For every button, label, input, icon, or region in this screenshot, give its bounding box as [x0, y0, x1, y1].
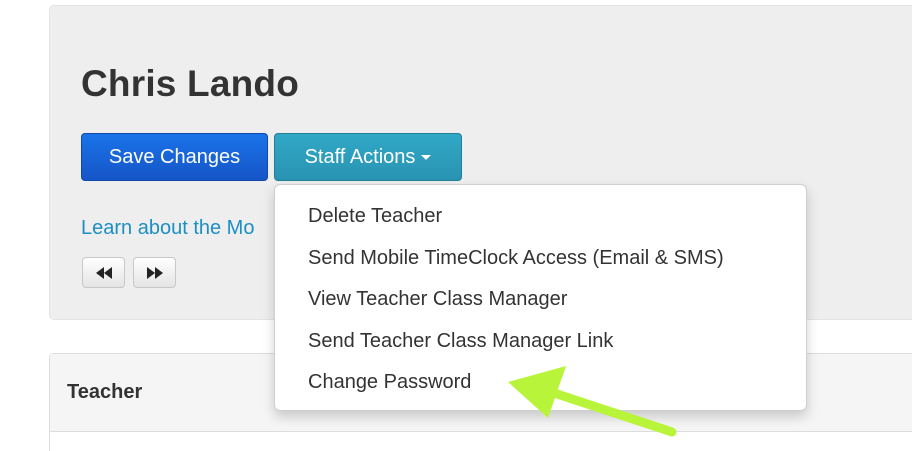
menu-item-send-class-manager-link[interactable]: Send Teacher Class Manager Link — [275, 321, 806, 363]
staff-actions-button[interactable]: Staff Actions — [274, 133, 462, 181]
save-changes-label: Save Changes — [108, 146, 241, 168]
page: Chris Lando Save Changes Staff Actions L… — [0, 0, 912, 451]
learn-about-link[interactable]: Learn about the Mo — [81, 217, 254, 240]
previous-button[interactable] — [82, 257, 125, 288]
caret-down-icon — [421, 155, 432, 161]
teacher-panel-title: Teacher — [67, 381, 143, 403]
menu-item-send-mobile-timeclock[interactable]: Send Mobile TimeClock Access (Email & SM… — [275, 238, 806, 280]
menu-item-change-password[interactable]: Change Password — [275, 362, 806, 404]
save-changes-button[interactable]: Save Changes — [81, 133, 268, 181]
fast-forward-icon — [146, 267, 163, 280]
staff-actions-menu: Delete Teacher Send Mobile TimeClock Acc… — [274, 184, 807, 411]
page-title: Chris Lando — [81, 63, 300, 104]
menu-item-view-class-manager[interactable]: View Teacher Class Manager — [275, 279, 806, 321]
staff-actions-label: Staff Actions — [304, 146, 416, 168]
next-button[interactable] — [133, 257, 176, 288]
menu-item-delete-teacher[interactable]: Delete Teacher — [275, 196, 806, 238]
rewind-icon — [95, 267, 112, 280]
